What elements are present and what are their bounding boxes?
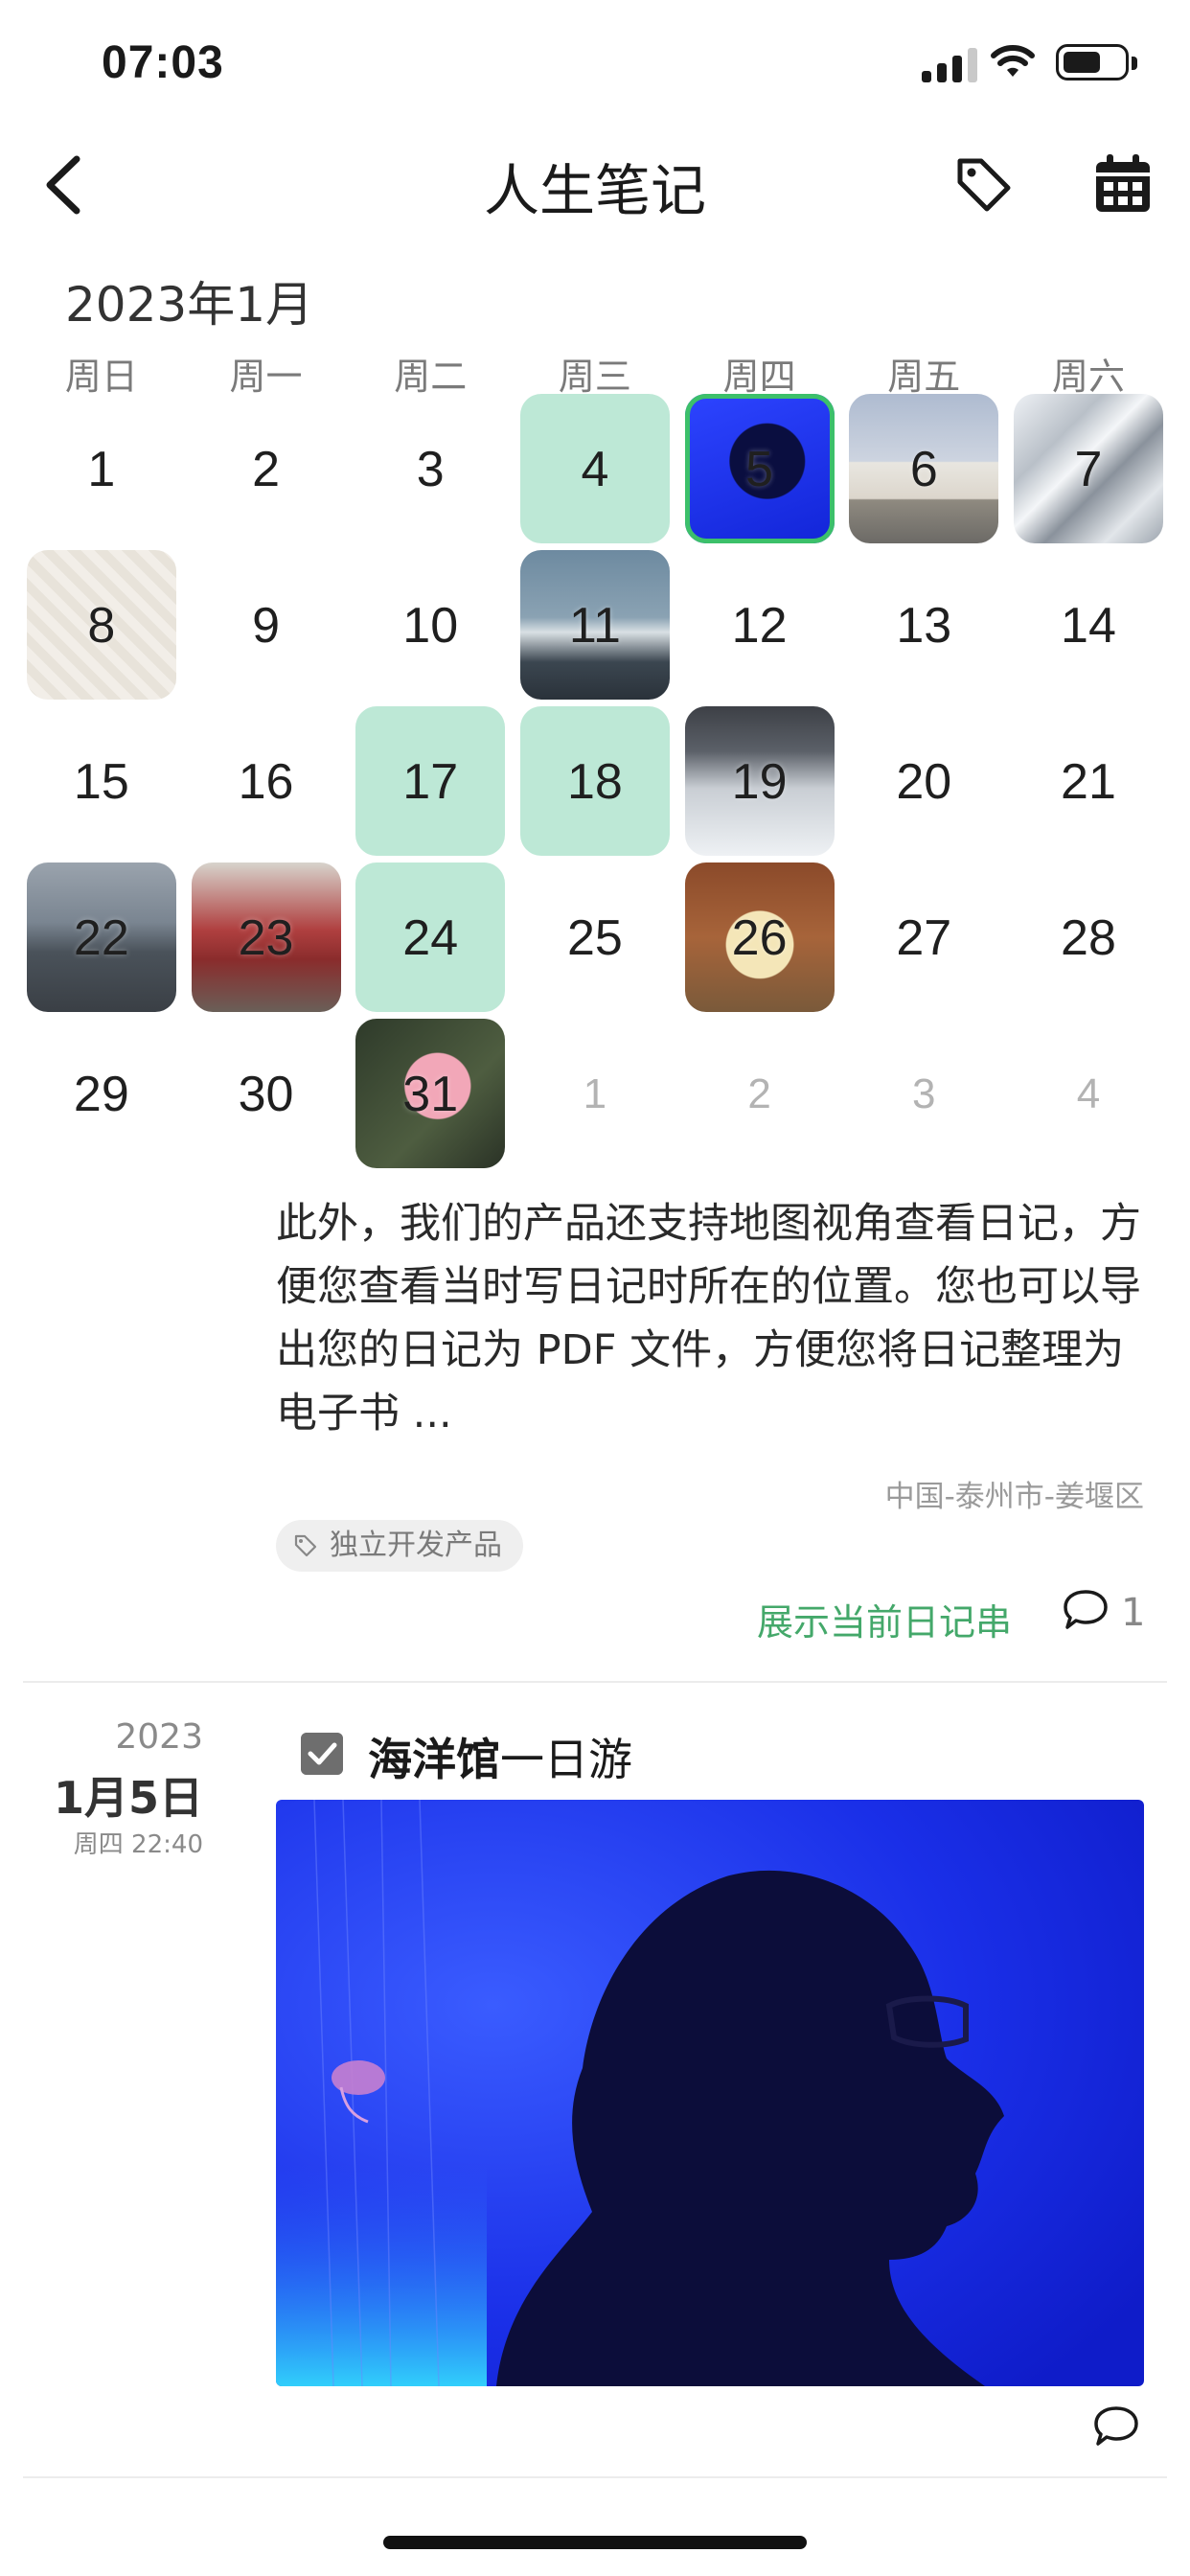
calendar-day[interactable]: 5 bbox=[677, 391, 842, 547]
calendar-day[interactable]: 14 bbox=[1006, 547, 1171, 703]
day-number: 19 bbox=[731, 753, 788, 810]
day-number: 12 bbox=[731, 597, 788, 654]
calendar-day[interactable]: 8 bbox=[19, 547, 184, 703]
day-number: 15 bbox=[73, 753, 129, 810]
calendar-day[interactable]: 28 bbox=[1006, 860, 1171, 1016]
calendar-day[interactable]: 1 bbox=[19, 391, 184, 547]
day-number: 25 bbox=[566, 909, 623, 966]
calendar-day[interactable]: 15 bbox=[19, 703, 184, 860]
tag-chip[interactable]: 独立开发产品 bbox=[276, 1520, 523, 1572]
calendar-day[interactable]: 9 bbox=[184, 547, 349, 703]
entry-title-bold: 海洋馆 bbox=[368, 1734, 500, 1785]
entry-title[interactable]: 海洋馆一日游 bbox=[368, 1725, 632, 1788]
comment-icon[interactable] bbox=[1062, 1587, 1110, 1633]
calendar-day[interactable]: 18 bbox=[513, 703, 677, 860]
calendar-day[interactable]: 10 bbox=[348, 547, 513, 703]
calendar-day[interactable]: 30 bbox=[184, 1016, 349, 1172]
day-number: 3 bbox=[416, 441, 445, 497]
day-number: 23 bbox=[238, 909, 294, 966]
entry-divider bbox=[23, 2476, 1167, 2478]
calendar-day[interactable]: 23 bbox=[184, 860, 349, 1016]
day-number: 17 bbox=[402, 753, 459, 810]
day-number: 13 bbox=[896, 597, 952, 654]
calendar-day[interactable]: 7 bbox=[1006, 391, 1171, 547]
day-number: 14 bbox=[1061, 597, 1116, 654]
checkbox[interactable] bbox=[301, 1733, 343, 1775]
day-number: 1 bbox=[87, 441, 116, 497]
calendar-day[interactable]: 2 bbox=[184, 391, 349, 547]
day-number: 5 bbox=[745, 441, 774, 497]
calendar-day[interactable]: 21 bbox=[1006, 703, 1171, 860]
calendar-day[interactable]: 4 bbox=[513, 391, 677, 547]
entry-weekday-time: 周四 22:40 bbox=[73, 1830, 203, 1859]
entry-location[interactable]: 中国-泰州市-姜堰区 bbox=[885, 1472, 1144, 1515]
entry-divider bbox=[23, 1681, 1167, 1683]
calendar-day[interactable]: 24 bbox=[348, 860, 513, 1016]
calendar-day-other-month[interactable]: 3 bbox=[841, 1016, 1006, 1172]
day-number: 4 bbox=[1076, 1070, 1101, 1117]
calendar-day[interactable]: 19 bbox=[677, 703, 842, 860]
show-thread-link[interactable]: 展示当前日记串 bbox=[757, 1593, 1012, 1645]
calendar-day-other-month[interactable]: 2 bbox=[677, 1016, 842, 1172]
comment-icon[interactable] bbox=[1092, 2404, 1140, 2450]
entry-excerpt[interactable]: 此外，我们的产品还支持地图视角查看日记，方便您查看当时写日记时所在的位置。您也可… bbox=[276, 1192, 1157, 1445]
aquarium-photo bbox=[276, 1800, 1144, 2386]
day-number: 29 bbox=[73, 1066, 129, 1122]
day-number: 26 bbox=[731, 909, 788, 966]
wifi-icon bbox=[991, 45, 1035, 77]
day-number: 8 bbox=[87, 597, 116, 654]
entry-date: 1月5日 bbox=[53, 1772, 203, 1824]
calendar-day-other-month[interactable]: 1 bbox=[513, 1016, 677, 1172]
calendar-day[interactable]: 27 bbox=[841, 860, 1006, 1016]
day-number: 28 bbox=[1061, 909, 1116, 966]
home-indicator bbox=[383, 2536, 807, 2549]
calendar-day[interactable]: 20 bbox=[841, 703, 1006, 860]
entry-photo[interactable] bbox=[276, 1800, 1144, 2386]
comment-count: 1 bbox=[1121, 1591, 1146, 1635]
tag-label: 独立开发产品 bbox=[330, 1529, 502, 1562]
day-number: 2 bbox=[252, 441, 280, 497]
tag-icon[interactable] bbox=[952, 153, 1014, 215]
calendar-day[interactable]: 3 bbox=[348, 391, 513, 547]
calendar-day[interactable]: 11 bbox=[513, 547, 677, 703]
day-number: 21 bbox=[1061, 753, 1116, 810]
day-number: 9 bbox=[252, 597, 280, 654]
calendar-day[interactable]: 22 bbox=[19, 860, 184, 1016]
day-number: 1 bbox=[583, 1070, 607, 1117]
day-number: 10 bbox=[402, 597, 459, 654]
calendar-day[interactable]: 26 bbox=[677, 860, 842, 1016]
entry-year: 2023 bbox=[115, 1717, 203, 1757]
day-number: 20 bbox=[896, 753, 952, 810]
status-time: 07:03 bbox=[102, 37, 224, 88]
day-number: 4 bbox=[581, 441, 609, 497]
calendar-day-other-month[interactable]: 4 bbox=[1006, 1016, 1171, 1172]
calendar-day[interactable]: 25 bbox=[513, 860, 677, 1016]
calendar-day[interactable]: 31 bbox=[348, 1016, 513, 1172]
day-number: 6 bbox=[909, 441, 938, 497]
calendar-day[interactable]: 12 bbox=[677, 547, 842, 703]
day-number: 22 bbox=[73, 909, 129, 966]
day-number: 16 bbox=[238, 753, 294, 810]
day-number: 27 bbox=[896, 909, 952, 966]
day-number: 30 bbox=[238, 1066, 294, 1122]
calendar-day[interactable]: 16 bbox=[184, 703, 349, 860]
signal-icon bbox=[922, 48, 977, 82]
month-label: 2023年1月 bbox=[65, 277, 314, 333]
day-number: 18 bbox=[566, 753, 623, 810]
calendar-day[interactable]: 29 bbox=[19, 1016, 184, 1172]
day-number: 11 bbox=[568, 597, 621, 654]
day-number: 3 bbox=[912, 1070, 936, 1117]
day-number: 24 bbox=[402, 909, 459, 966]
calendar-grid: 1 2 3 4 5 6 7 8 9 10 11 12 13 14 15 16 17 18 19 20 21 22 23 24 2… bbox=[19, 391, 1171, 1172]
day-number: 31 bbox=[402, 1066, 459, 1122]
calendar-icon[interactable] bbox=[1094, 153, 1152, 215]
calendar-day[interactable]: 13 bbox=[841, 547, 1006, 703]
battery-icon bbox=[1056, 44, 1137, 80]
tag-icon bbox=[294, 1534, 317, 1557]
calendar-day[interactable]: 6 bbox=[841, 391, 1006, 547]
day-number: 2 bbox=[747, 1070, 771, 1117]
day-number: 7 bbox=[1074, 441, 1103, 497]
calendar-day[interactable]: 17 bbox=[348, 703, 513, 860]
entry-title-rest: 一日游 bbox=[500, 1734, 632, 1785]
